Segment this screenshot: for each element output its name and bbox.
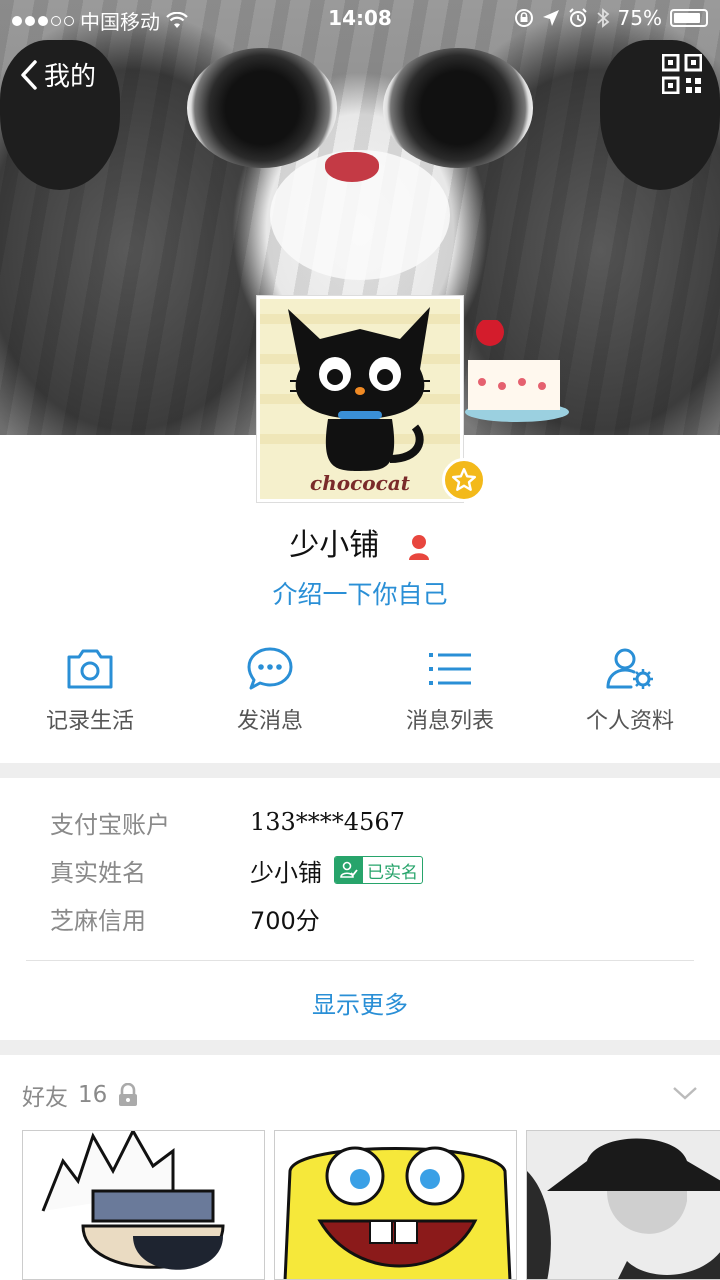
cover-cake-illustration: [465, 320, 569, 422]
profile-name: 少小铺: [289, 528, 380, 563]
real-name-value: 少小铺: [250, 858, 322, 887]
friend-avatar-3[interactable]: [526, 1130, 720, 1280]
friend-avatar-2[interactable]: [274, 1130, 517, 1280]
personal-info-button[interactable]: 个人资料: [540, 645, 720, 745]
cover-cat-eye-left: [187, 48, 337, 168]
message-list-button[interactable]: 消息列表: [360, 645, 540, 745]
chococat-avatar-illustration: [260, 299, 460, 499]
location-arrow-icon: [542, 10, 559, 26]
battery-icon: [670, 9, 708, 27]
verified-badge-label: 已实名: [367, 862, 418, 883]
friend-sponge-illustration: [275, 1131, 516, 1279]
info-divider: [26, 960, 694, 961]
edit-intro-link[interactable]: 介绍一下你自己: [0, 575, 720, 611]
send-message-button[interactable]: 发消息: [180, 645, 360, 745]
qr-code-icon[interactable]: [662, 54, 702, 94]
verified-badge: 已实名: [334, 856, 423, 884]
friend-portrait-photo: [527, 1131, 720, 1279]
friend-ninja-illustration: [23, 1131, 264, 1279]
send-message-label: 发消息: [236, 709, 303, 734]
friends-header[interactable]: 好友 16: [22, 1078, 139, 1112]
real-name-row[interactable]: 真实姓名 少小铺 已实名: [50, 850, 423, 890]
status-bar: 中国移动 14:08 75%: [0, 0, 720, 38]
cover-pigtail-right: [600, 40, 720, 190]
friends-count: 16: [78, 1082, 108, 1108]
verified-user-icon: [335, 857, 363, 883]
alipay-account-row[interactable]: 支付宝账户 133****4567: [50, 802, 405, 842]
profile-name-row: 少小铺: [0, 520, 720, 564]
record-life-label: 记录生活: [45, 709, 134, 734]
record-life-button[interactable]: 记录生活: [0, 645, 180, 745]
personal-info-label: 个人资料: [585, 709, 674, 734]
battery-percentage: 75%: [617, 6, 662, 30]
chat-bubble-icon: [247, 647, 293, 690]
chevron-down-icon[interactable]: [672, 1084, 698, 1102]
alarm-icon: [568, 8, 587, 27]
star-icon: [451, 467, 477, 491]
back-label: 我的: [44, 62, 97, 92]
action-bar: 记录生活 发消息 消息列表 个人资料: [0, 645, 720, 745]
camera-icon: [67, 649, 113, 689]
avatar-brand-text: chococat: [310, 471, 410, 495]
avatar[interactable]: chococat: [257, 296, 463, 502]
bluetooth-icon: [596, 8, 609, 28]
sesame-credit-row[interactable]: 芝麻信用 700分: [50, 898, 320, 938]
list-icon: [429, 653, 471, 685]
user-settings-icon: [606, 648, 653, 689]
sesame-credit-value: 700分: [250, 906, 320, 935]
lock-icon: [119, 1083, 138, 1106]
sesame-credit-key: 芝麻信用: [50, 906, 146, 935]
show-more-link[interactable]: 显示更多: [0, 985, 720, 1020]
message-list-label: 消息列表: [405, 709, 494, 734]
alipay-account-value: 133****4567: [250, 808, 405, 836]
cover-cat-nose: [325, 152, 379, 182]
back-button[interactable]: 我的: [20, 56, 96, 93]
friends-label: 好友: [22, 1085, 68, 1111]
alipay-account-key: 支付宝账户: [50, 810, 170, 839]
rotation-lock-icon: [514, 9, 533, 27]
chevron-left-icon: [21, 59, 37, 90]
female-gender-icon: [408, 534, 429, 560]
cover-cat-eye-right: [383, 48, 533, 168]
real-name-key: 真实姓名: [50, 858, 146, 887]
friend-avatar-1[interactable]: [22, 1130, 265, 1280]
gold-member-star-icon[interactable]: [442, 458, 486, 502]
